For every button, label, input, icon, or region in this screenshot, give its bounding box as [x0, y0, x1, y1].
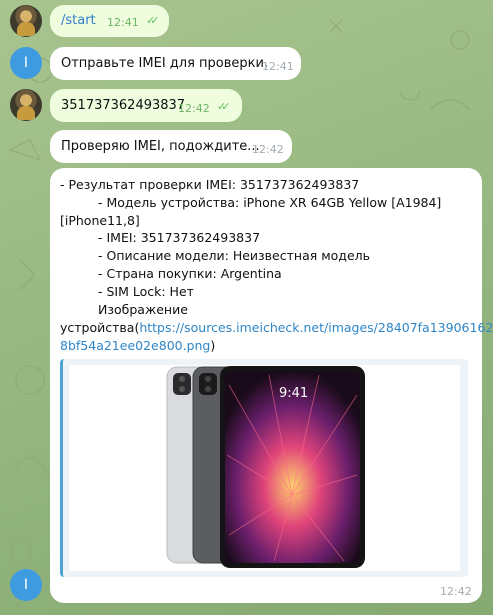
device-image[interactable]: 9:41 [69, 365, 460, 571]
message-incoming: Проверяю IMEI, подождите... 12:42 [50, 130, 292, 163]
device-screen-time: 9:41 [279, 386, 308, 401]
message-time: 12:42 [178, 102, 210, 115]
message-time: 12:42 [252, 143, 284, 156]
result-model-id: [iPhone11,8] [60, 213, 140, 228]
message-text: 351737362493837 [61, 98, 186, 113]
result-description: - Описание модели: Неизвестная модель [98, 248, 370, 263]
ipad-illustration: 9:41 [166, 366, 365, 568]
result-image-link-line-2: 8bf54a21ee02e800.png) [60, 338, 215, 353]
bot-avatar[interactable]: I [10, 47, 42, 79]
message-text: Проверяю IMEI, подождите... [61, 139, 260, 154]
double-check-icon: ✓✓ [217, 100, 231, 113]
result-country: - Страна покупки: Argentina [98, 266, 282, 281]
message-incoming: Отправьте IMEI для проверки. 12:41 [50, 47, 301, 80]
command-link[interactable]: /start [61, 13, 96, 28]
user-avatar[interactable] [10, 5, 42, 37]
result-simlock: - SIM Lock: Нет [98, 284, 194, 299]
result-image-prefix: устройства( [60, 320, 140, 335]
message-time: 12:41 [262, 60, 294, 73]
image-url-link-cont[interactable]: 8bf54a21ee02e800.png [60, 338, 210, 353]
message-time: 12:42 [440, 585, 472, 598]
result-imei: - IMEI: 351737362493837 [98, 230, 261, 245]
result-model: - Модель устройства: iPhone XR 64GB Yell… [98, 195, 442, 210]
bot-avatar[interactable]: I [10, 569, 42, 601]
double-check-icon: ✓✓ [146, 14, 160, 27]
image-url-link[interactable]: https://sources.imeicheck.net/images/284… [139, 320, 493, 335]
message-time: 12:41 [107, 16, 139, 29]
result-title: - Результат проверки IMEI: 3517373624938… [60, 177, 360, 192]
result-image-link-line: устройства(https://sources.imeicheck.net… [60, 320, 493, 335]
message-outgoing: /start 12:41 ✓✓ [50, 5, 169, 37]
link-preview[interactable]: 9:41 [60, 359, 468, 577]
user-avatar[interactable] [10, 89, 42, 121]
result-message: - Результат проверки IMEI: 3517373624938… [50, 168, 493, 603]
message-text: Отправьте IMEI для проверки. [61, 56, 269, 71]
message-outgoing: 351737362493837 12:42 ✓✓ [50, 89, 242, 122]
result-image-label: Изображение [98, 302, 188, 317]
result-image-suffix: ) [210, 338, 216, 353]
